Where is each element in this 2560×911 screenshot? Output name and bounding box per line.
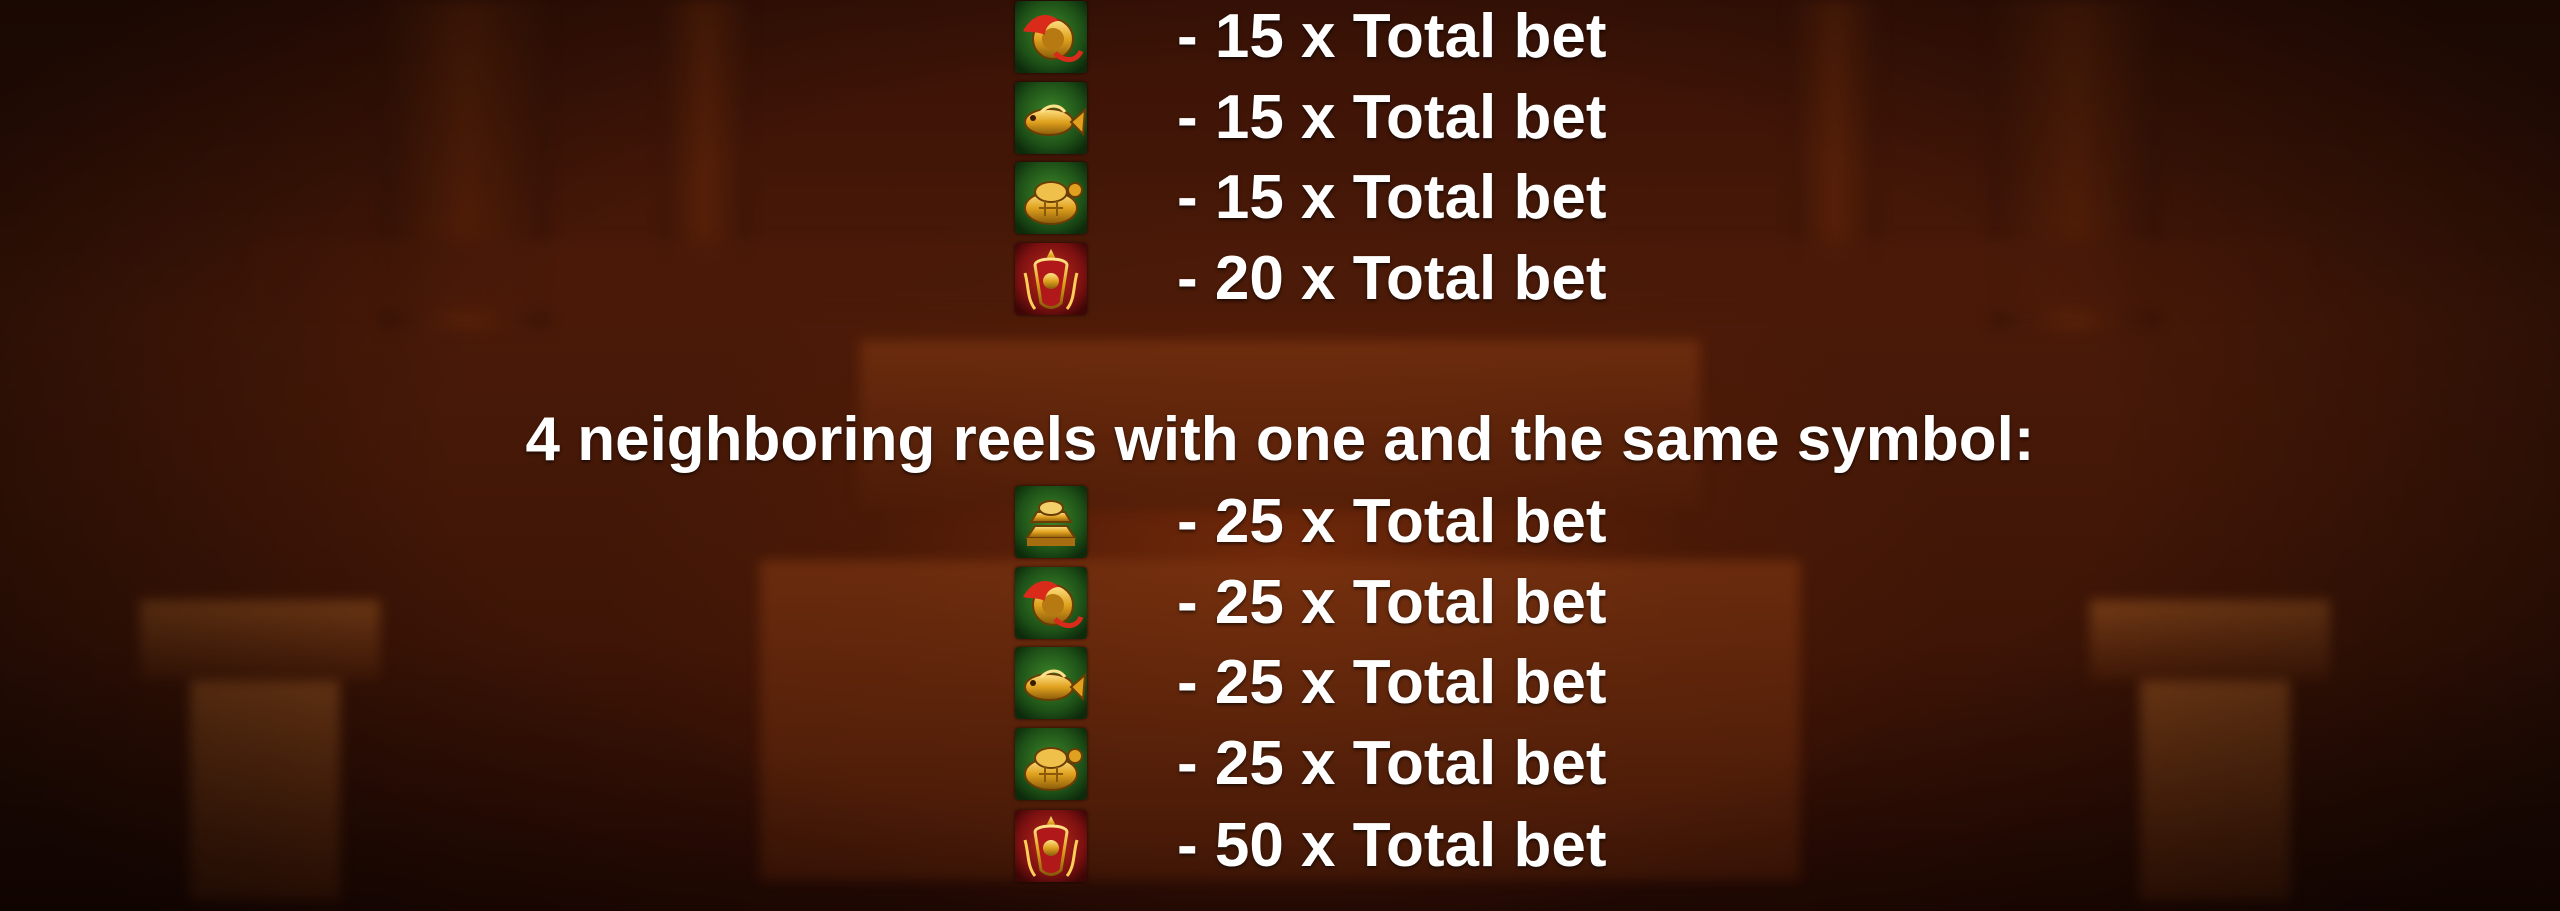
payout-text: - 50 x Total bet bbox=[1177, 811, 1607, 880]
payout-text: - 25 x Total bet bbox=[1177, 729, 1607, 798]
payout-row: - 15 x Total bet bbox=[1015, 80, 1607, 156]
golden-carp-icon bbox=[1015, 82, 1087, 154]
payout-row: - 15 x Total bet bbox=[1015, 0, 1607, 75]
dragon-coin-icon bbox=[1015, 567, 1087, 639]
game-paytable-screen: - 15 x Total bet - 15 x Total bet - 15 x… bbox=[0, 0, 2560, 911]
golden-carp-icon bbox=[1015, 647, 1087, 719]
section-heading: 4 neighboring reels with one and the sam… bbox=[525, 405, 2035, 474]
dragon-coin-icon bbox=[1015, 1, 1087, 73]
payout-text: - 25 x Total bet bbox=[1177, 648, 1607, 717]
lucky-charm-icon bbox=[1015, 243, 1087, 315]
paytable-content: - 15 x Total bet - 15 x Total bet - 15 x… bbox=[0, 0, 2560, 911]
payout-row: - 25 x Total bet bbox=[1015, 565, 1607, 641]
golden-turtle-icon bbox=[1015, 728, 1087, 800]
payout-text: - 20 x Total bet bbox=[1177, 244, 1607, 313]
payout-text: - 25 x Total bet bbox=[1177, 487, 1607, 556]
lucky-charm-icon bbox=[1015, 810, 1087, 882]
payout-row: - 20 x Total bet bbox=[1015, 241, 1607, 317]
payout-row: - 50 x Total bet bbox=[1015, 808, 1607, 884]
payout-text: - 15 x Total bet bbox=[1177, 163, 1607, 232]
payout-text: - 15 x Total bet bbox=[1177, 2, 1607, 71]
payout-row: - 15 x Total bet bbox=[1015, 160, 1607, 236]
payout-text: - 15 x Total bet bbox=[1177, 83, 1607, 152]
payout-row: - 25 x Total bet bbox=[1015, 645, 1607, 721]
payout-row: - 25 x Total bet bbox=[1015, 484, 1607, 560]
gold-ingots-icon bbox=[1015, 486, 1087, 558]
payout-text: - 25 x Total bet bbox=[1177, 568, 1607, 637]
payout-row: - 25 x Total bet bbox=[1015, 726, 1607, 802]
golden-turtle-icon bbox=[1015, 162, 1087, 234]
